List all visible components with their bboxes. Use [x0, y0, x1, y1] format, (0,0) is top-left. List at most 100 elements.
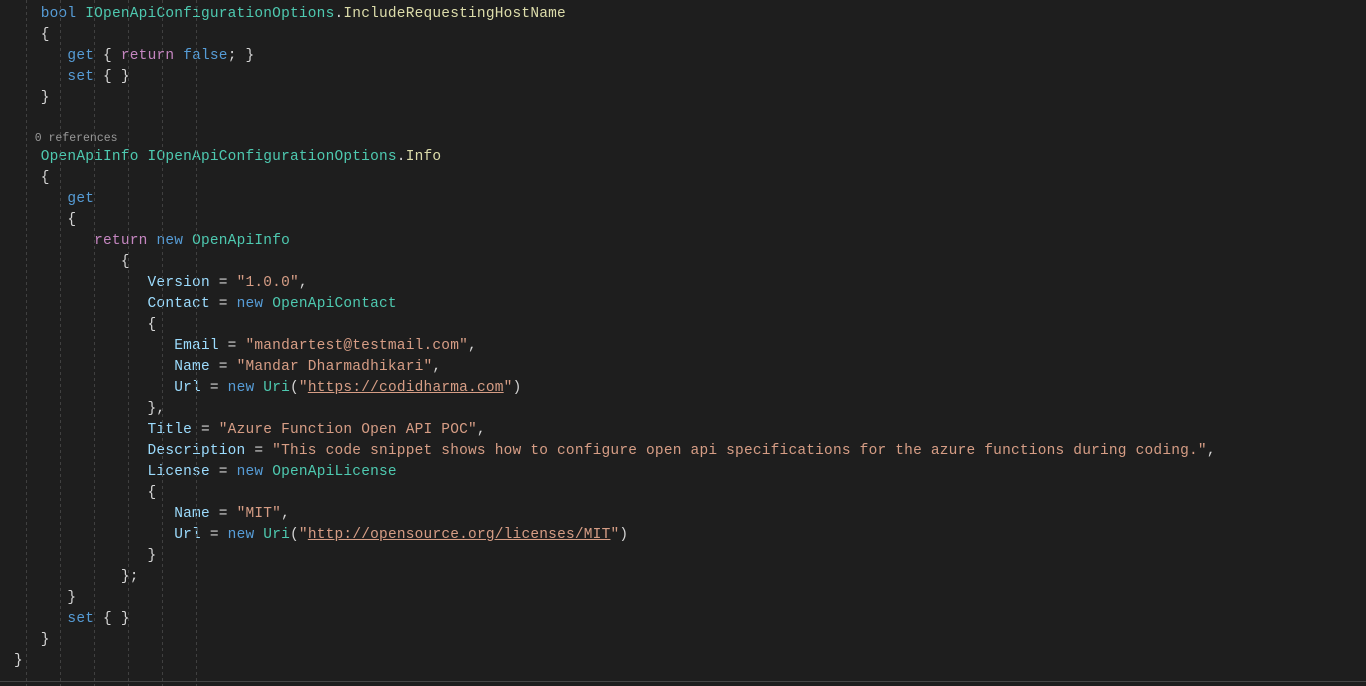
code-line[interactable]: Contact = new OpenApiContact	[14, 294, 1366, 315]
code-line[interactable]: Title = "Azure Function Open API POC",	[14, 420, 1366, 441]
code-line[interactable]: return new OpenApiInfo	[14, 231, 1366, 252]
code-line[interactable]: Url = new Uri("http://opensource.org/lic…	[14, 525, 1366, 546]
string-version: "1.0.0"	[237, 275, 299, 291]
type-openapiinfo: OpenApiInfo	[192, 233, 290, 249]
code-line[interactable]: License = new OpenApiLicense	[14, 462, 1366, 483]
code-line[interactable]: Name = "Mandar Dharmadhikari",	[14, 357, 1366, 378]
space	[263, 296, 272, 312]
indent	[14, 69, 67, 85]
lparen: (	[290, 527, 299, 543]
code-line[interactable]: {	[14, 25, 1366, 46]
prop-contact: Contact	[148, 296, 210, 312]
code-line[interactable]: {	[14, 210, 1366, 231]
code-line[interactable]: {	[14, 168, 1366, 189]
brace-open: {	[67, 212, 76, 228]
comma: ,	[281, 506, 290, 522]
space	[263, 464, 272, 480]
comma: ,	[299, 275, 308, 291]
keyword-return: return	[121, 48, 174, 64]
code-line[interactable]: Email = "mandartest@testmail.com",	[14, 336, 1366, 357]
indent	[14, 48, 67, 64]
url-link[interactable]: https://codidharma.com	[308, 380, 504, 396]
code-line[interactable]: Name = "MIT",	[14, 504, 1366, 525]
code-line[interactable]: set { }	[14, 609, 1366, 630]
assign: =	[245, 443, 272, 459]
brace-open: {	[121, 254, 130, 270]
indent	[14, 233, 94, 249]
code-line[interactable]: }	[14, 546, 1366, 567]
assign: =	[201, 380, 228, 396]
space	[254, 527, 263, 543]
prop-license: License	[148, 464, 210, 480]
url-link[interactable]: http://opensource.org/licenses/MIT	[308, 527, 611, 543]
code-line[interactable]: }	[14, 630, 1366, 651]
code-line[interactable]: OpenApiInfo IOpenApiConfigurationOptions…	[14, 147, 1366, 168]
prop-title: Title	[148, 422, 193, 438]
brace-close: }	[41, 90, 50, 106]
type-openapilicense: OpenApiLicense	[272, 464, 397, 480]
brace-close: }	[67, 590, 76, 606]
space	[254, 380, 263, 396]
string-licensename: "MIT"	[237, 506, 282, 522]
indent	[14, 443, 148, 459]
code-line[interactable]: }	[14, 651, 1366, 672]
codelens-references[interactable]: 0 references	[14, 130, 1366, 147]
indent	[14, 212, 67, 228]
code-editor[interactable]: bool IOpenApiConfigurationOptions.Includ…	[0, 0, 1366, 686]
code-line[interactable]: {	[14, 315, 1366, 336]
indent	[14, 569, 121, 585]
indent	[14, 275, 148, 291]
code-line[interactable]: },	[14, 399, 1366, 420]
lparen: (	[290, 380, 299, 396]
code-line[interactable]: get	[14, 189, 1366, 210]
keyword-get: get	[67, 191, 94, 207]
brace-close: }	[14, 653, 23, 669]
brace-close: }	[41, 632, 50, 648]
code-line[interactable]: Version = "1.0.0",	[14, 273, 1366, 294]
keyword-bool: bool	[41, 6, 77, 22]
string-contactname: "Mandar Dharmadhikari"	[237, 359, 433, 375]
assign: =	[210, 464, 237, 480]
codelens-text: 0 references	[35, 132, 118, 145]
indent	[14, 90, 41, 106]
prop-email: Email	[174, 338, 219, 354]
prop-name: Name	[174, 506, 210, 522]
code-line[interactable]: bool IOpenApiConfigurationOptions.Includ…	[14, 4, 1366, 25]
prop-description: Description	[148, 443, 246, 459]
code-line[interactable]: }	[14, 88, 1366, 109]
space	[139, 149, 148, 165]
indent	[14, 527, 174, 543]
code-line[interactable]: Description = "This code snippet shows h…	[14, 441, 1366, 462]
brace-open: {	[41, 170, 50, 186]
keyword-new: new	[237, 464, 264, 480]
quote: "	[299, 527, 308, 543]
assign: =	[201, 527, 228, 543]
keyword-new: new	[156, 233, 183, 249]
code-line[interactable]: {	[14, 252, 1366, 273]
keyword-set: set	[67, 611, 94, 627]
indent	[14, 296, 148, 312]
indent	[14, 590, 67, 606]
code-line[interactable]: };	[14, 567, 1366, 588]
assign: =	[210, 275, 237, 291]
code-line-blank[interactable]	[14, 109, 1366, 130]
assign: =	[219, 338, 246, 354]
editor-bottom-border	[0, 681, 1366, 682]
code-line[interactable]: }	[14, 588, 1366, 609]
prop-name: Name	[174, 359, 210, 375]
code-area[interactable]: bool IOpenApiConfigurationOptions.Includ…	[0, 4, 1366, 672]
keyword-return: return	[94, 233, 147, 249]
keyword-get: get	[67, 48, 94, 64]
code-line[interactable]: set { }	[14, 67, 1366, 88]
assign: =	[192, 422, 219, 438]
string-email: "mandartest@testmail.com"	[245, 338, 468, 354]
code-line[interactable]: get { return false; }	[14, 46, 1366, 67]
type-openapiinfo: OpenApiInfo	[41, 149, 139, 165]
type-openapicontact: OpenApiContact	[272, 296, 397, 312]
comma: ,	[1207, 443, 1216, 459]
code-line[interactable]: {	[14, 483, 1366, 504]
rparen: )	[513, 380, 522, 396]
brace-empty: { }	[94, 611, 130, 627]
code-line[interactable]: Url = new Uri("https://codidharma.com")	[14, 378, 1366, 399]
indent	[14, 27, 41, 43]
